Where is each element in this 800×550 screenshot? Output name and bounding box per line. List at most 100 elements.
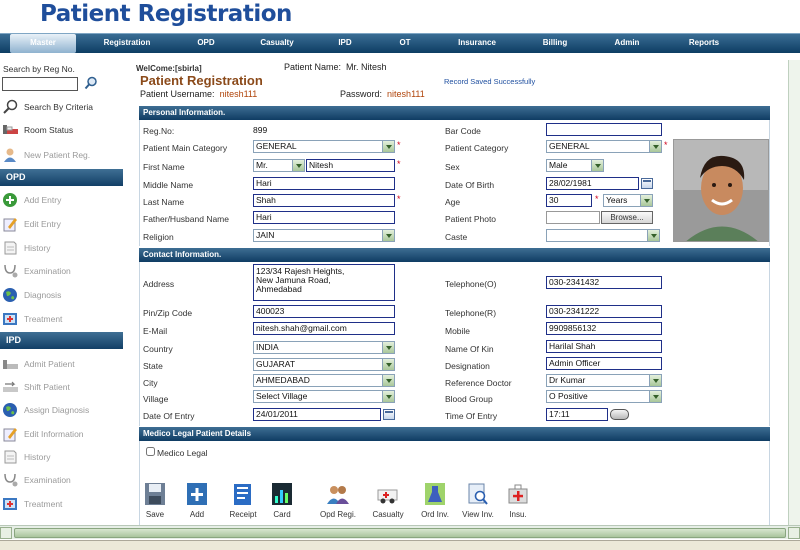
nav-opd[interactable]: OPD [186, 34, 226, 53]
last-name-input[interactable]: Shah [253, 194, 395, 207]
casualty-button[interactable]: Casualty [368, 482, 408, 522]
nav-ot[interactable]: OT [390, 34, 420, 53]
sex-label: Sex [445, 162, 460, 172]
vertical-scrollbar[interactable] [788, 60, 800, 525]
ref-doctor-select[interactable]: Dr Kumar [546, 374, 662, 387]
sidebar-ipd-treatment[interactable]: Treatment [2, 494, 134, 514]
sidebar-ipd-history[interactable]: History [2, 447, 134, 467]
patient-name-line: Patient Name: Mr. Nitesh [284, 62, 387, 72]
first-name-input[interactable]: Nitesh [306, 159, 395, 172]
search-reg-input[interactable] [2, 77, 78, 91]
middle-name-input[interactable]: Hari [253, 177, 395, 190]
nav-billing[interactable]: Billing [535, 34, 575, 53]
sidebar-new-patient[interactable]: New Patient Reg. [2, 145, 134, 165]
tel-o-input[interactable]: 030-2341432 [546, 276, 662, 289]
sidebar-room-status[interactable]: Room Status [2, 120, 134, 140]
page-title: Patient Registration [140, 73, 263, 88]
sex-select[interactable]: Male [546, 159, 604, 172]
chevron-down-icon [382, 391, 394, 402]
sidebar-ipd-admit[interactable]: Admit Patient [2, 354, 134, 374]
sidebar-opd-diagnosis[interactable]: Diagnosis [2, 285, 134, 305]
chevron-down-icon [649, 375, 661, 386]
nav-insurance[interactable]: Insurance [450, 34, 504, 53]
sidebar-opd-add-entry[interactable]: Add Entry [2, 190, 134, 210]
sidebar-opd-treatment[interactable]: Treatment [2, 309, 134, 329]
country-select[interactable]: INDIA [253, 341, 395, 354]
caste-select[interactable] [546, 229, 660, 242]
sidebar-ipd-examination[interactable]: Examination [2, 470, 134, 490]
save-icon [144, 482, 166, 506]
username-value: nitesh111 [219, 89, 258, 99]
photo-path-input[interactable] [546, 211, 600, 224]
nav-admin[interactable]: Admin [608, 34, 646, 53]
insurance-button[interactable]: Insu. [504, 482, 532, 522]
title-select[interactable]: Mr. [253, 159, 305, 172]
kin-input[interactable]: Harilal Shah [546, 340, 662, 353]
sidebar-search-criteria[interactable]: Search By Criteria [2, 97, 134, 117]
tel-r-input[interactable]: 030-2341222 [546, 305, 662, 318]
scroll-right-arrow[interactable] [788, 527, 800, 539]
status-bar [0, 540, 800, 550]
state-select[interactable]: GUJARAT [253, 358, 395, 371]
address-textarea[interactable]: 123/34 Rajesh Heights, New Jamuna Road, … [253, 264, 395, 301]
toolbar-label: Card [273, 510, 291, 519]
sidebar-ipd-shift[interactable]: Shift Patient [2, 377, 134, 397]
sidebar-ipd-edit-info[interactable]: Edit Information [2, 424, 134, 444]
sidebar-item-label: Treatment [24, 499, 63, 509]
mobile-input[interactable]: 9909856132 [546, 322, 662, 335]
dob-input[interactable]: 28/02/1981 [546, 177, 639, 190]
nav-registration[interactable]: Registration [90, 34, 164, 53]
calendar-icon[interactable] [641, 178, 653, 189]
clock-icon[interactable] [610, 409, 629, 420]
edit-icon [2, 426, 19, 442]
sidebar-opd-examination[interactable]: Examination [2, 261, 134, 281]
add-button[interactable]: Add [182, 482, 212, 522]
view-inv-button[interactable]: View Inv. [458, 482, 498, 522]
age-unit-select[interactable]: Years [603, 194, 653, 207]
card-button[interactable]: Card [268, 482, 296, 522]
designation-input[interactable]: Admin Officer [546, 357, 662, 370]
horizontal-scrollbar[interactable] [0, 525, 800, 539]
email-input[interactable]: nitesh.shah@gmail.com [253, 322, 395, 335]
last-name-label: Last Name [143, 197, 185, 207]
city-select[interactable]: AHMEDABAD [253, 374, 395, 387]
opd-regi-button[interactable]: Opd Regi. [316, 482, 360, 522]
father-name-input[interactable]: Hari [253, 211, 395, 224]
required-asterisk: * [595, 194, 599, 204]
date-entry-label: Date Of Entry [143, 411, 195, 421]
blood-group-select[interactable]: O Positive [546, 390, 662, 403]
scroll-thumb[interactable] [14, 528, 786, 538]
village-select[interactable]: Select Village [253, 390, 395, 403]
receipt-button[interactable]: Receipt [225, 482, 261, 522]
religion-select[interactable]: JAIN [253, 229, 395, 242]
date-entry-input[interactable]: 24/01/2011 [253, 408, 381, 421]
barcode-input[interactable] [546, 123, 662, 136]
category-select[interactable]: GENERAL [546, 140, 662, 153]
history-icon [2, 240, 19, 256]
plus-icon [186, 482, 208, 506]
scroll-left-arrow[interactable] [0, 527, 12, 539]
ord-inv-button[interactable]: Ord Inv. [416, 482, 454, 522]
sidebar-item-label: New Patient Reg. [24, 150, 91, 160]
age-input[interactable]: 30 [546, 194, 592, 207]
main-category-select[interactable]: GENERAL [253, 140, 395, 153]
nav-master[interactable]: Master [10, 34, 76, 53]
nav-ipd[interactable]: IPD [330, 34, 360, 53]
sidebar-opd-edit-entry[interactable]: Edit Entry [2, 214, 134, 234]
sidebar-item-label: Edit Information [24, 429, 84, 439]
users-icon [327, 482, 349, 506]
sidebar-opd-history[interactable]: History [2, 238, 134, 258]
top-bar: Patient Registration [0, 0, 800, 33]
calendar-icon[interactable] [383, 409, 395, 420]
nav-casualty[interactable]: Casualty [252, 34, 302, 53]
medico-legal-checkbox[interactable] [146, 447, 155, 456]
sidebar-item-label: History [24, 452, 51, 462]
sidebar-ipd-assign-diagnosis[interactable]: Assign Diagnosis [2, 400, 134, 420]
pin-input[interactable]: 400023 [253, 305, 395, 318]
browse-button[interactable]: Browse... [601, 211, 653, 224]
save-button[interactable]: Save [140, 482, 170, 522]
nav-reports[interactable]: Reports [682, 34, 726, 53]
search-icon[interactable] [84, 76, 98, 90]
time-entry-input[interactable]: 17:11 [546, 408, 608, 421]
main-nav: Master Registration OPD Casualty IPD OT … [0, 33, 800, 53]
